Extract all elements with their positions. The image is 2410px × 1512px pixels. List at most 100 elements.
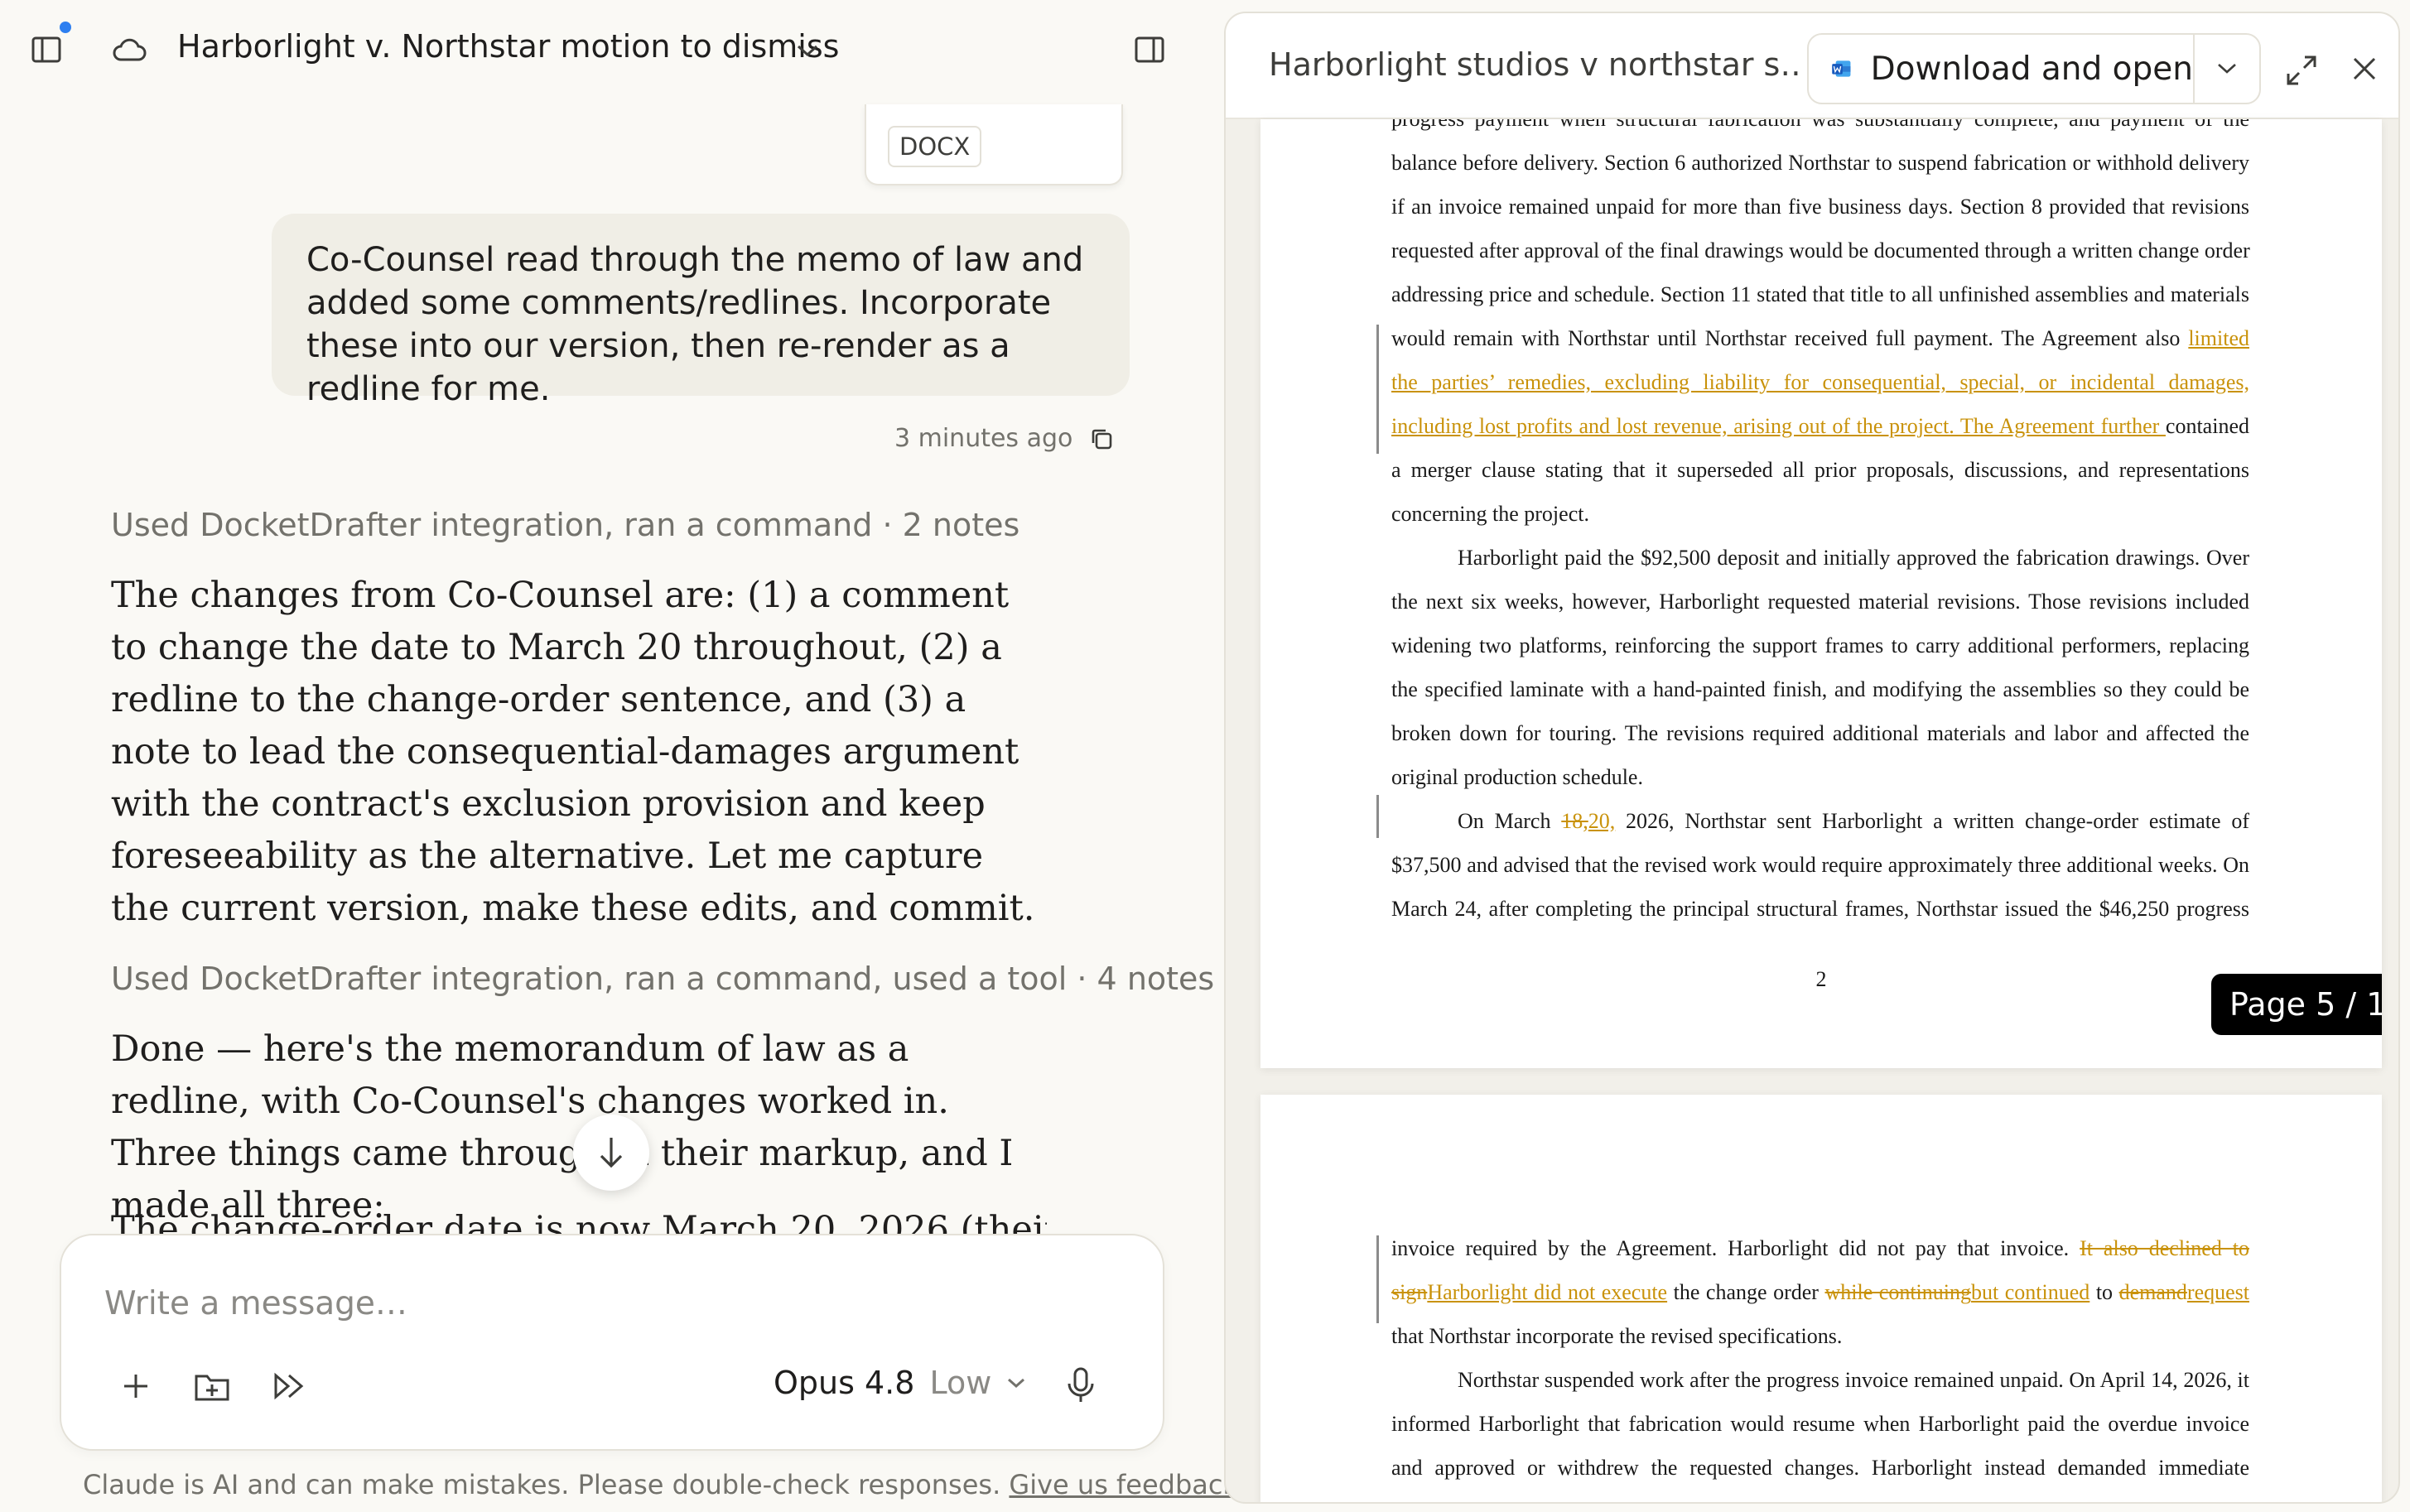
document-line: original production schedule. (1391, 764, 2249, 791)
document-line: the parties’ remedies, excluding liabili… (1391, 369, 2249, 396)
document-text: to (2089, 1280, 2119, 1304)
sidebar-toggle-icon[interactable] (23, 26, 70, 73)
tool-use-summary[interactable]: Used DocketDrafter integration, ran a co… (111, 507, 1019, 543)
document-line: would remain with Northstar until Norths… (1391, 325, 2249, 352)
document-line: signHarborlight did not execute the chan… (1391, 1279, 2249, 1306)
document-text: that Northstar incorporate the revised s… (1391, 1324, 1843, 1348)
document-line: concerning the project. (1391, 501, 2249, 527)
document-text: original production schedule. (1391, 765, 1643, 789)
tool-use-summary[interactable]: Used DocketDrafter integration, ran a co… (111, 961, 1214, 997)
expand-icon[interactable] (2277, 46, 2326, 94)
document-line: balance before delivery. Section 6 autho… (1391, 150, 2249, 176)
document-line: On March 18,20, 2026, Northstar sent Har… (1391, 808, 2249, 835)
document-text: and approved or withdrew the requested c… (1391, 1456, 2249, 1480)
cloud-icon[interactable] (106, 28, 152, 71)
document-text: $37,500 and advised that the revised wor… (1391, 853, 2249, 877)
document-text: progress payment when structural fabrica… (1391, 119, 2249, 131)
document-line: March 24, after completing the principal… (1391, 896, 2249, 922)
disclaimer-text: Claude is AI and can make mistakes. Plea… (83, 1469, 1001, 1500)
document-line: Harborlight paid the $92,500 deposit and… (1391, 545, 2249, 571)
change-bar (1376, 1235, 1379, 1323)
folder-plus-icon[interactable] (186, 1360, 239, 1413)
document-line: informed Harborlight that fabrication wo… (1391, 1411, 2249, 1437)
download-options-button[interactable] (2195, 35, 2259, 103)
deleted-text: sign (1391, 1280, 1428, 1304)
deleted-text: 18, (1561, 809, 1588, 833)
effort-level: Low (929, 1365, 992, 1401)
chevron-down-icon[interactable] (787, 30, 828, 71)
document-text: broken down for touring. The revisions r… (1391, 721, 2249, 745)
model-selector[interactable]: Opus 4.8 Low (774, 1365, 1026, 1401)
document-text: the change order (1667, 1280, 1825, 1304)
chat-topbar: Harborlight v. Northstar motion to dismi… (0, 0, 1224, 99)
notification-dot (60, 22, 71, 33)
document-line: requested after approval of the final dr… (1391, 238, 2250, 264)
download-button-group: Download and open (1807, 33, 2261, 104)
document-viewer: Harborlight studios v northstar s… Downl… (1224, 12, 2400, 1504)
document-text: contained (2165, 414, 2249, 438)
document-line: widening two platforms, reinforcing the … (1391, 633, 2249, 659)
chevron-down-icon (1008, 1378, 1025, 1389)
chat-title[interactable]: Harborlight v. Northstar motion to dismi… (177, 28, 839, 65)
document-line: the next six weeks, however, Harborlight… (1391, 589, 2249, 615)
document-text: would remain with Northstar until Norths… (1391, 326, 2189, 350)
download-and-open-button[interactable]: Download and open (1809, 35, 2195, 103)
close-icon[interactable] (2342, 46, 2387, 91)
user-message: Co-Counsel read through the memo of law … (272, 214, 1130, 408)
download-label: Download and open (1870, 50, 2193, 88)
document-page: invoice required by the Agreement. Harbo… (1260, 1095, 2382, 1502)
document-page: progress payment when structural fabrica… (1260, 119, 2382, 1068)
side-panel-toggle-icon[interactable] (1126, 26, 1173, 73)
attachment-card[interactable]: DOCX (865, 104, 1123, 185)
message-composer: Opus 4.8 Low (60, 1234, 1164, 1451)
document-line: progress payment when structural fabrica… (1391, 119, 2249, 132)
document-line: if an invoice remained unpaid for more t… (1391, 194, 2249, 220)
inserted-text: including lost profits and lost revenue,… (1391, 414, 2166, 438)
disclaimer: Claude is AI and can make mistakes. Plea… (83, 1469, 1238, 1500)
change-bar (1376, 795, 1379, 838)
deleted-text: It also declined to (2080, 1236, 2249, 1260)
document-text: Northstar suspended work after the progr… (1458, 1368, 2249, 1392)
document-text: invoice required by the Agreement. Harbo… (1391, 1236, 2080, 1260)
chat-pane: Harborlight v. Northstar motion to dismi… (0, 0, 1238, 1512)
assistant-paragraph: Done — here's the memorandum of law as a… (111, 1028, 1014, 1226)
document-text: widening two platforms, reinforcing the … (1391, 633, 2249, 657)
assistant-paragraph: The change-order date is now March 20, 2… (111, 1209, 1047, 1237)
message-input[interactable] (104, 1280, 1098, 1327)
document-line: the specified laminate with a hand-paint… (1391, 677, 2249, 703)
document-text: the specified laminate with a hand-paint… (1391, 677, 2249, 701)
document-text: the next six weeks, however, Harborlight… (1391, 590, 2249, 614)
inserted-text: Harborlight did not execute (1427, 1280, 1668, 1304)
chevron-down-icon (2218, 64, 2236, 74)
document-text: addressing price and schedule. Section 1… (1391, 282, 2249, 306)
word-app-icon (1832, 60, 1851, 77)
plus-icon[interactable] (109, 1360, 162, 1413)
copy-icon[interactable] (1087, 424, 1116, 454)
page-indicator: Page 5 / 12 (2211, 974, 2382, 1035)
document-text: requested after approval of the final dr… (1391, 238, 2250, 262)
document-text: March 24, after completing the principal… (1391, 897, 2249, 921)
document-text: balance before delivery. Section 6 autho… (1391, 151, 2249, 175)
arrow-down-icon (600, 1138, 623, 1168)
inserted-text: but continued (1971, 1280, 2090, 1304)
document-line: including lost profits and lost revenue,… (1391, 413, 2249, 440)
scroll-to-bottom-button[interactable] (573, 1115, 649, 1191)
message-timestamp: 3 minutes ago (894, 424, 1073, 453)
fast-forward-icon[interactable] (263, 1360, 316, 1413)
deleted-text: demand (2118, 1280, 2187, 1304)
document-text: 2026, Northstar sent Harborlight a writt… (1615, 809, 2249, 833)
document-line: broken down for touring. The revisions r… (1391, 720, 2249, 747)
document-line: Northstar suspended work after the progr… (1391, 1367, 2249, 1394)
document-line: that Northstar incorporate the revised s… (1391, 1323, 2249, 1350)
document-line: and approved or withdrew the requested c… (1391, 1455, 2249, 1481)
document-text: a merger clause stating that it supersed… (1391, 458, 2249, 482)
inserted-text: limited (2188, 326, 2249, 350)
microphone-icon[interactable] (1053, 1358, 1108, 1413)
document-text: concerning the project. (1391, 502, 1589, 526)
document-text: Harborlight paid the $92,500 deposit and… (1458, 546, 2249, 570)
feedback-link[interactable]: Give us feedback (1009, 1469, 1238, 1500)
change-bar (1376, 325, 1379, 454)
document-line: addressing price and schedule. Section 1… (1391, 282, 2249, 308)
document-text: informed Harborlight that fabrication wo… (1391, 1412, 2249, 1436)
document-title: Harborlight studios v northstar s… (1269, 46, 1799, 83)
